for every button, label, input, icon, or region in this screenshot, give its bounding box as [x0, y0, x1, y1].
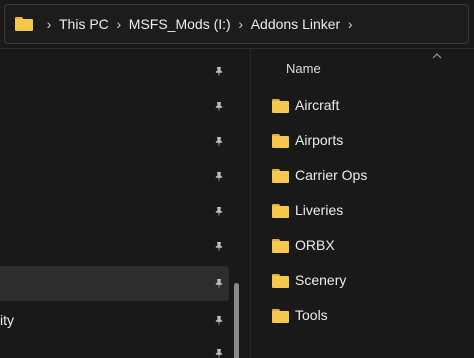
folder-icon — [272, 204, 289, 218]
column-header-name[interactable]: Name — [286, 61, 321, 76]
folder-icon — [272, 239, 289, 253]
breadcrumb-separator[interactable]: › — [340, 16, 360, 32]
pin-icon[interactable] — [213, 241, 225, 253]
nav-item-label: ity — [0, 312, 14, 328]
nav-item[interactable] — [0, 193, 229, 228]
list-item[interactable]: Tools — [272, 307, 452, 331]
nav-scrollbar-thumb[interactable] — [234, 283, 239, 358]
folder-icon — [272, 99, 289, 113]
pin-icon[interactable] — [213, 66, 225, 78]
nav-item[interactable] — [0, 88, 229, 123]
sort-ascending-icon — [432, 53, 442, 59]
folder-icon — [272, 169, 289, 183]
list-item[interactable]: Aircraft — [272, 97, 452, 121]
pin-icon[interactable] — [213, 348, 225, 358]
folder-icon — [272, 134, 289, 148]
breadcrumb-separator[interactable]: › — [231, 16, 251, 32]
list-item[interactable]: Scenery — [272, 272, 452, 296]
pin-icon[interactable] — [213, 206, 225, 218]
file-list: Name Aircraft Airports Carrier Ops Liver… — [251, 49, 474, 358]
nav-item[interactable] — [0, 339, 229, 358]
folder-name: Tools — [295, 307, 328, 323]
nav-item[interactable] — [0, 53, 229, 88]
address-bar[interactable]: › This PC › MSFS_Mods (I:) › Addons Link… — [4, 4, 469, 44]
nav-item[interactable] — [0, 158, 229, 193]
folder-icon — [272, 309, 289, 323]
nav-item[interactable]: ity — [0, 304, 229, 339]
list-item[interactable]: ORBX — [272, 237, 452, 261]
breadcrumb-separator[interactable]: › — [39, 16, 59, 32]
breadcrumb-separator[interactable]: › — [109, 16, 129, 32]
folder-name: Scenery — [295, 272, 347, 288]
breadcrumb-msfs-mods[interactable]: MSFS_Mods (I:) — [129, 16, 231, 32]
pin-icon[interactable] — [213, 101, 225, 113]
list-item[interactable]: Airports — [272, 132, 452, 156]
folder-name: Carrier Ops — [295, 167, 368, 183]
folder-name: Aircraft — [295, 97, 340, 113]
file-explorer-window: › This PC › MSFS_Mods (I:) › Addons Link… — [0, 0, 474, 358]
nav-item[interactable] — [0, 228, 229, 263]
list-item[interactable]: Carrier Ops — [272, 167, 452, 191]
pin-icon[interactable] — [213, 136, 225, 148]
folder-name: Airports — [295, 132, 344, 148]
breadcrumb-this-pc[interactable]: This PC — [59, 16, 109, 32]
pin-icon[interactable] — [213, 278, 225, 290]
nav-item[interactable] — [0, 123, 229, 158]
pin-icon[interactable] — [213, 171, 225, 183]
nav-item-selected[interactable] — [0, 266, 229, 301]
list-item[interactable]: Liveries — [272, 202, 452, 226]
pin-icon[interactable] — [213, 315, 225, 327]
breadcrumb-addons-linker[interactable]: Addons Linker — [251, 16, 341, 32]
folder-name: Liveries — [295, 202, 344, 218]
folder-icon — [15, 17, 33, 31]
folder-name: ORBX — [295, 237, 335, 253]
navigation-pane: ity — [0, 49, 248, 358]
folder-icon — [272, 274, 289, 288]
